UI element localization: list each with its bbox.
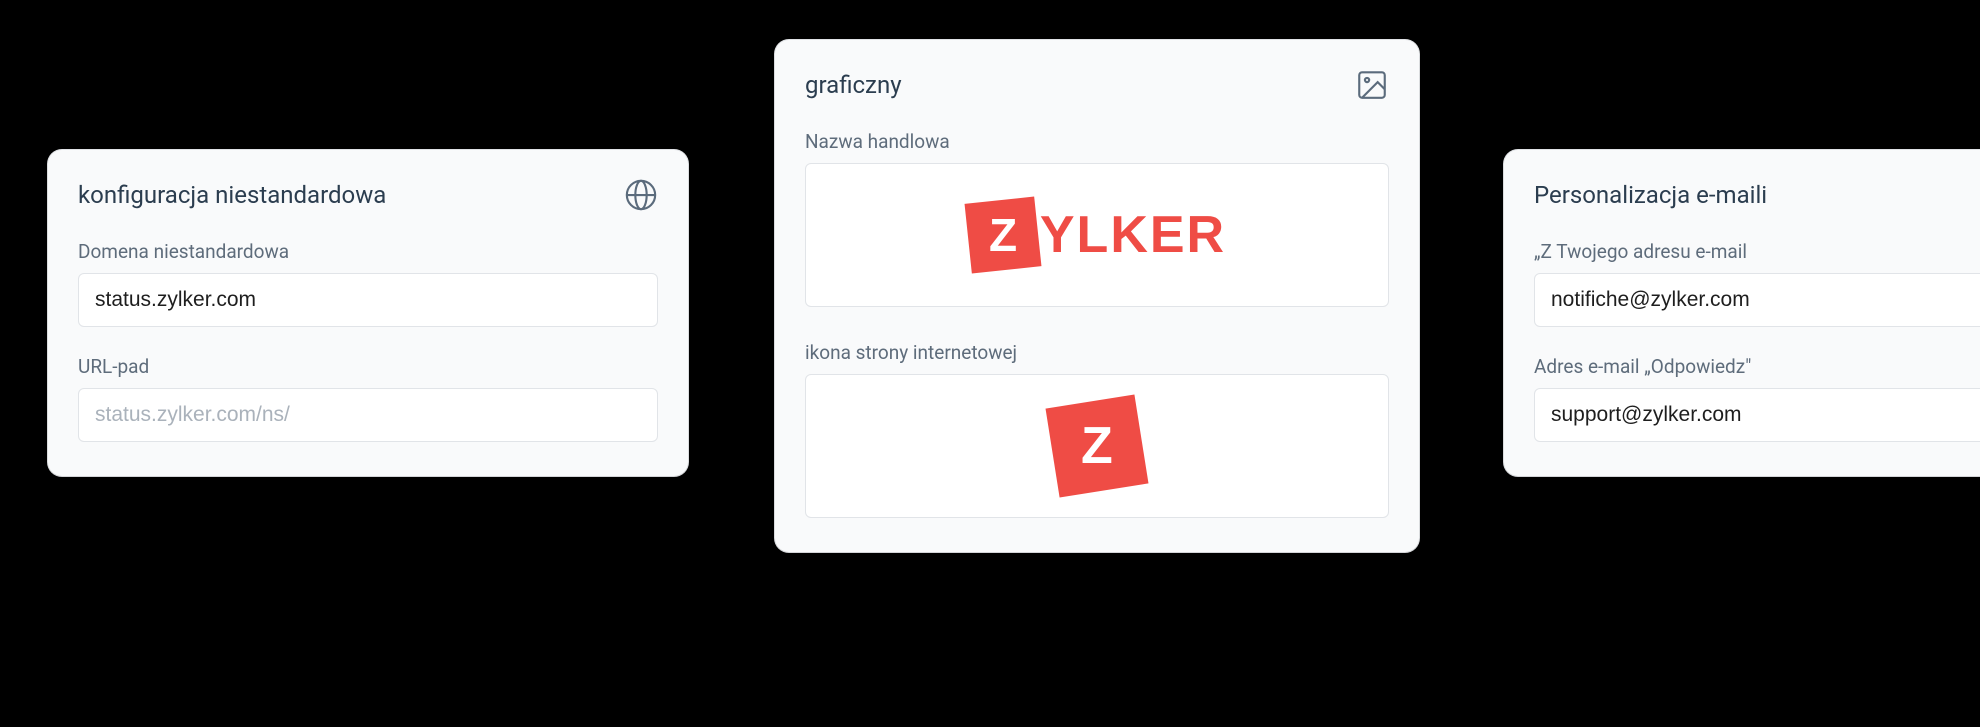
zylker-logo: Z YLKER: [968, 200, 1226, 270]
globe-icon: [624, 178, 658, 212]
favicon-group: ikona strony internetowej Z: [805, 341, 1389, 518]
url-pad-group: URL-pad: [78, 355, 658, 442]
zylker-logo-text: YLKER: [1040, 205, 1226, 265]
card-title: Personalizacja e-maili: [1534, 181, 1767, 209]
image-icon: [1355, 68, 1389, 102]
from-email-label: „Z Twojego adresu e-mail: [1534, 240, 1980, 263]
card-header: konfiguracja niestandardowa: [78, 178, 658, 212]
reply-email-input[interactable]: [1534, 388, 1980, 442]
reply-email-label: Adres e-mail „Odpowiedz": [1534, 355, 1980, 378]
zylker-favicon-icon: Z: [1046, 395, 1149, 498]
tradename-logo-upload[interactable]: Z YLKER: [805, 163, 1389, 307]
custom-domain-group: Domena niestandardowa: [78, 240, 658, 327]
email-personalization-card: Personalizacja e-maili „Z Twojego adresu…: [1504, 150, 1980, 476]
custom-domain-label: Domena niestandardowa: [78, 240, 658, 263]
zylker-z-square-icon: Z: [964, 197, 1041, 274]
from-email-group: „Z Twojego adresu e-mail: [1534, 240, 1980, 327]
card-title: graficzny: [805, 71, 902, 99]
favicon-upload[interactable]: Z: [805, 374, 1389, 518]
tradename-label: Nazwa handlowa: [805, 130, 1389, 153]
url-pad-label: URL-pad: [78, 355, 658, 378]
card-title: konfiguracja niestandardowa: [78, 181, 386, 209]
favicon-label: ikona strony internetowej: [805, 341, 1389, 364]
from-email-input[interactable]: [1534, 273, 1980, 327]
reply-email-group: Adres e-mail „Odpowiedz": [1534, 355, 1980, 442]
url-pad-input[interactable]: [78, 388, 658, 442]
tradename-group: Nazwa handlowa Z YLKER: [805, 130, 1389, 307]
card-header: graficzny: [805, 68, 1389, 102]
custom-domain-input[interactable]: [78, 273, 658, 327]
custom-config-card: konfiguracja niestandardowa Domena niest…: [48, 150, 688, 476]
graphic-card: graficzny Nazwa handlowa Z YLKER ikona s…: [775, 40, 1419, 552]
card-header: Personalizacja e-maili: [1534, 178, 1980, 212]
